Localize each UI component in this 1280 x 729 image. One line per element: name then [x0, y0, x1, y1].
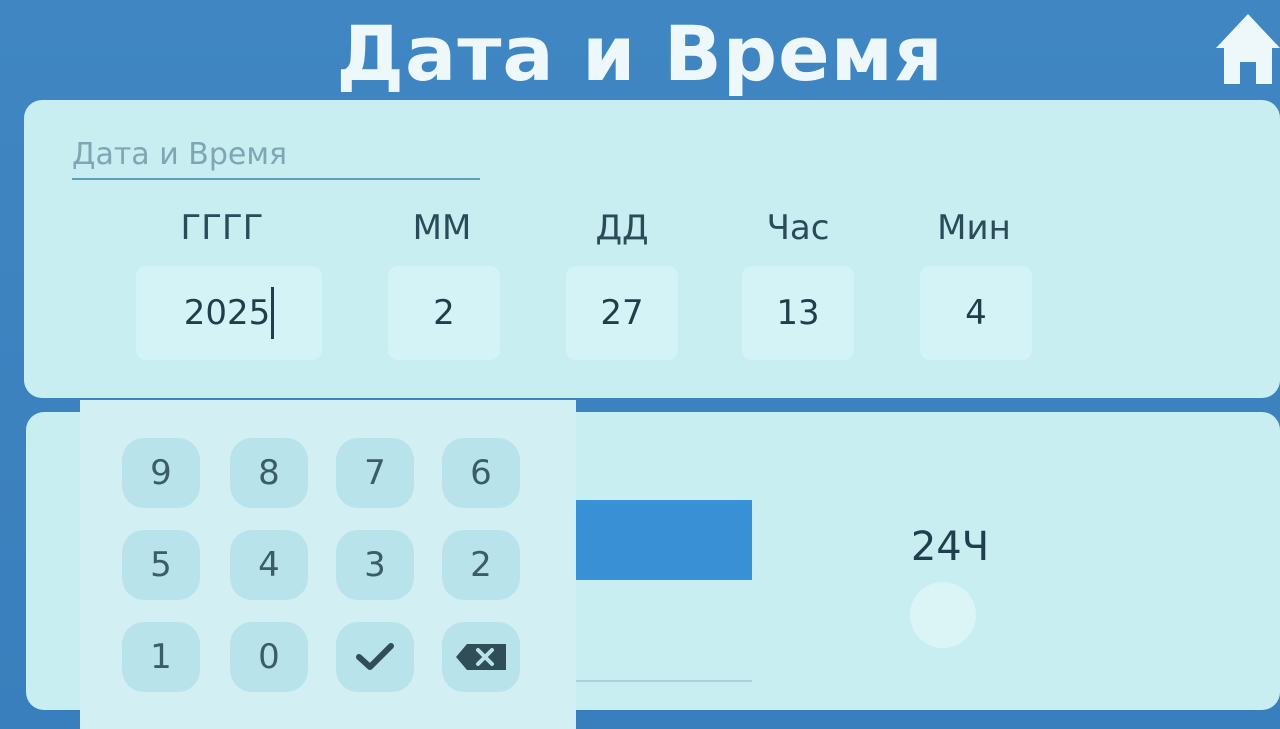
home-button[interactable]: [1212, 8, 1280, 84]
day-value: 27: [600, 293, 644, 333]
time-format-label: 24Ч: [910, 524, 990, 570]
key-7[interactable]: 7: [336, 438, 414, 508]
day-label: ДД: [595, 208, 649, 248]
key-2[interactable]: 2: [442, 530, 520, 600]
numeric-keypad: 9 8 7 6 5 4 3 2 1 0: [80, 400, 576, 729]
key-9[interactable]: 9: [122, 438, 200, 508]
key-5[interactable]: 5: [122, 530, 200, 600]
minute-label: Мин: [937, 208, 1011, 248]
hour-value: 13: [776, 293, 820, 333]
minute-input[interactable]: 4: [920, 266, 1032, 360]
year-input[interactable]: 2025: [136, 266, 322, 360]
month-label: ММ: [412, 208, 472, 248]
minute-value: 4: [965, 293, 987, 333]
year-label: ГГГГ: [180, 208, 264, 248]
month-input[interactable]: 2: [388, 266, 500, 360]
key-4[interactable]: 4: [230, 530, 308, 600]
home-icon: [1216, 14, 1280, 84]
page-title: Дата и Время: [336, 9, 944, 98]
check-icon: [356, 643, 394, 670]
key-1[interactable]: 1: [122, 622, 200, 692]
key-8[interactable]: 8: [230, 438, 308, 508]
key-0[interactable]: 0: [230, 622, 308, 692]
backspace-key[interactable]: [442, 622, 520, 692]
key-3[interactable]: 3: [336, 530, 414, 600]
hour-label: Час: [766, 208, 830, 248]
year-value: 2025: [183, 293, 271, 333]
backspace-icon: [456, 644, 506, 670]
key-6[interactable]: 6: [442, 438, 520, 508]
confirm-key[interactable]: [336, 622, 414, 692]
format-divider: [576, 680, 752, 682]
day-input[interactable]: 27: [566, 266, 678, 360]
datetime-section-label: Дата и Время: [72, 136, 480, 180]
time-format-radio[interactable]: [910, 582, 976, 648]
format-toggle-bar[interactable]: [576, 500, 752, 580]
hour-input[interactable]: 13: [742, 266, 854, 360]
month-value: 2: [433, 293, 455, 333]
